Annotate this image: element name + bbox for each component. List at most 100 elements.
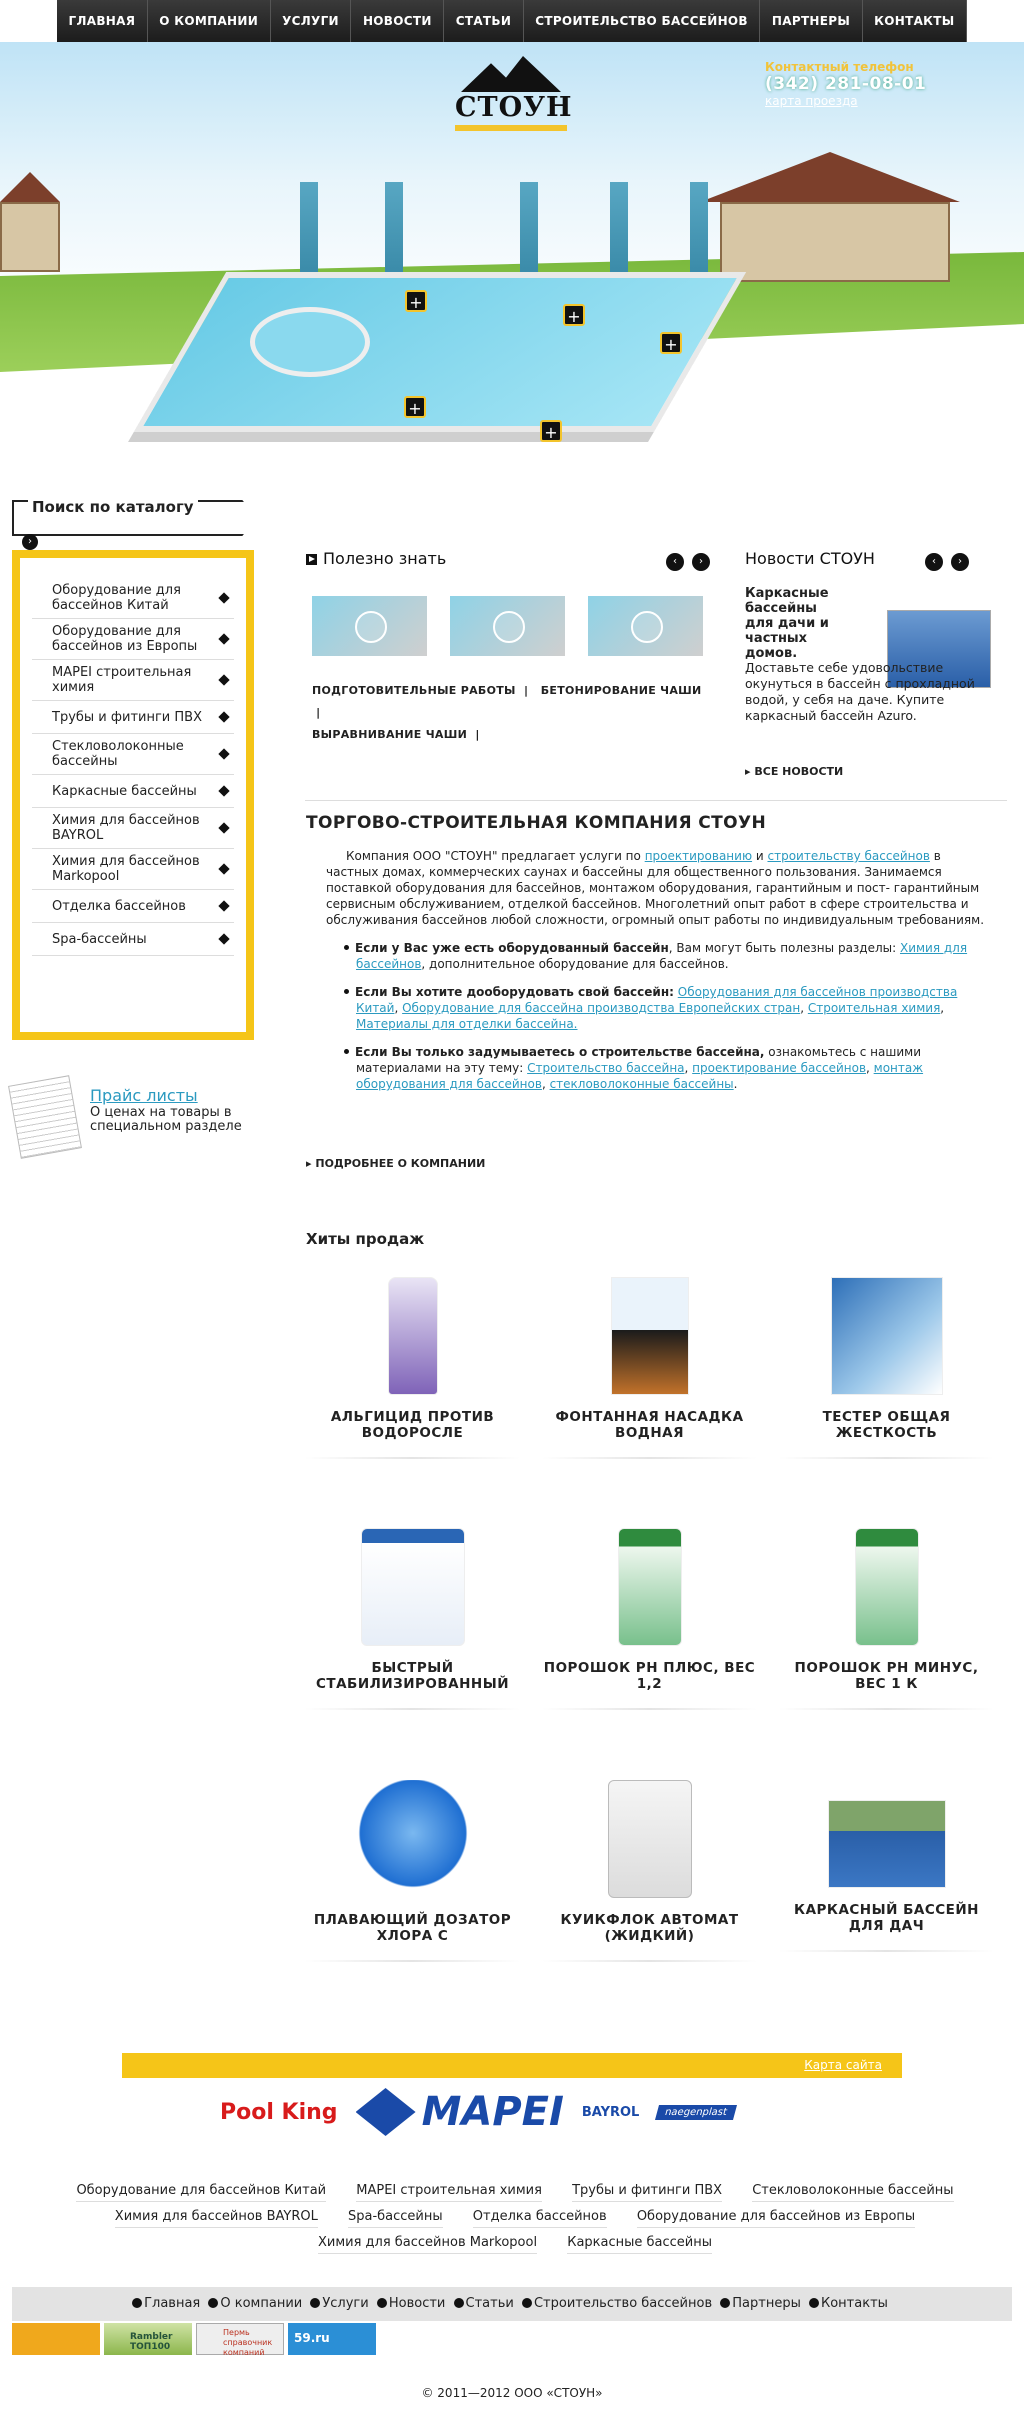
product-card[interactable]: КАРКАСНЫЙ БАССЕЙН ДЛЯ ДАЧ [779,1780,994,1952]
catalog-item[interactable]: Оборудование для бассейнов из Европы [32,619,234,660]
next-arrow-icon[interactable]: › [951,553,969,571]
footer-menu-item[interactable]: Строительство бассейнов [534,2296,712,2311]
prev-arrow-icon[interactable]: ‹ [666,553,684,571]
product-image[interactable] [827,1800,946,1888]
footer-catalog-link[interactable]: Отделка бассейнов [472,2207,607,2228]
product-card[interactable]: ПОРОШОК PH МИНУС, ВЕС 1 К [779,1528,994,1710]
product-name[interactable]: ПЛАВАЮЩИЙ ДОЗАТОР ХЛОРА С [305,1912,520,1944]
design-link[interactable]: проектированию [645,849,752,863]
useful-link[interactable]: БЕТОНИРОВАНИЕ ЧАШИ [541,684,702,697]
hotspot-plus-icon[interactable]: + [540,420,562,442]
footer-menu-item[interactable]: Статьи [466,2296,514,2311]
product-name[interactable]: АЛЬГИЦИД ПРОТИВ ВОДОРОСЛЕ [305,1409,520,1441]
site-logo[interactable]: СТОУН [455,56,572,131]
fiberglass-pools-link[interactable]: стекловолоконные бассейны [550,1077,734,1091]
counter-59ru[interactable]: 59.ru [288,2323,376,2355]
catalog-item[interactable]: Каркасные бассейны [32,775,234,808]
brand-naegenplast[interactable]: naegenplast [655,2104,738,2120]
product-name[interactable]: КАРКАСНЫЙ БАССЕЙН ДЛЯ ДАЧ [779,1902,994,1934]
construction-chemistry-link[interactable]: Строительная химия [808,1001,940,1015]
footer-catalog-link[interactable]: Химия для бассейнов BAYROL [114,2207,318,2228]
product-image[interactable] [854,1528,919,1646]
product-name[interactable]: КУИКФЛОК АВТОМАТ (ЖИДКИЙ) [542,1912,757,1944]
catalog-item[interactable]: MAPEI строительная химия [32,660,234,701]
product-image[interactable] [617,1528,682,1646]
product-card[interactable]: ТЕСТЕР ОБЩАЯ ЖЕСТКОСТЬ [779,1277,994,1459]
nav-home[interactable]: ГЛАВНАЯ [57,0,148,42]
counter-badge[interactable] [12,2323,100,2355]
footer-catalog-link[interactable]: Оборудование для бассейнов Китай [76,2181,327,2202]
video-thumbnail[interactable] [450,596,565,656]
counter-rambler[interactable]: Rambler ТОП100 [104,2323,192,2355]
nav-articles[interactable]: СТАТЬИ [444,0,524,42]
brand-bayrol[interactable]: BAYROL [582,2105,639,2120]
sitemap-link[interactable]: Карта сайта [804,2058,882,2072]
europe-equipment-link[interactable]: Оборудование для бассейна производства Е… [402,1001,800,1015]
nav-about[interactable]: О КОМПАНИИ [148,0,271,42]
product-card[interactable]: АЛЬГИЦИД ПРОТИВ ВОДОРОСЛЕ [305,1277,520,1459]
nav-pool-construction[interactable]: СТРОИТЕЛЬСТВО БАССЕЙНОВ [524,0,761,42]
map-link[interactable]: карта проезда [765,94,858,108]
footer-menu-item[interactable]: Партнеры [732,2296,801,2311]
product-name[interactable]: ТЕСТЕР ОБЩАЯ ЖЕСТКОСТЬ [779,1409,994,1441]
video-thumbnail[interactable] [312,596,427,656]
hotspot-plus-icon[interactable]: + [404,396,426,418]
footer-catalog-link[interactable]: MAPEI строительная химия [356,2181,542,2202]
prev-arrow-icon[interactable]: ‹ [925,553,943,571]
footer-catalog-link[interactable]: Стекловолоконные бассейны [752,2181,954,2202]
pool-construction-link[interactable]: Строительство бассейна [527,1061,684,1075]
footer-catalog-link[interactable]: Оборудование для бассейнов из Европы [636,2207,916,2228]
product-card[interactable]: ПЛАВАЮЩИЙ ДОЗАТОР ХЛОРА С [305,1780,520,1962]
footer-menu-item[interactable]: Контакты [821,2296,888,2311]
about-more-link[interactable]: ▸ ПОДРОБНЕЕ О КОМПАНИИ [306,1157,485,1170]
footer-catalog-link[interactable]: Химия для бассейнов Markopool [317,2233,538,2254]
catalog-item[interactable]: Отделка бассейнов [32,890,234,923]
useful-link[interactable]: ВЫРАВНИВАНИЕ ЧАШИ [312,728,467,741]
product-card[interactable]: ФОНТАННАЯ НАСАДКА ВОДНАЯ [542,1277,757,1459]
footer-catalog-link[interactable]: Spa-бассейны [347,2207,443,2228]
construction-link[interactable]: строительству бассейнов [767,849,929,863]
catalog-item[interactable]: Трубы и фитинги ПВХ [32,701,234,734]
hotspot-plus-icon[interactable]: + [660,332,682,354]
product-card[interactable]: БЫСТРЫЙ СТАБИЛИЗИРОВАННЫЙ [305,1528,520,1710]
product-card[interactable]: ПОРОШОК PH ПЛЮС, ВЕС 1,2 [542,1528,757,1710]
catalog-item[interactable]: Оборудование для бассейнов Китай [32,578,234,619]
footer-menu-item[interactable]: О компании [220,2296,302,2311]
nav-services[interactable]: УСЛУГИ [271,0,352,42]
product-image[interactable] [830,1277,943,1395]
product-name[interactable]: БЫСТРЫЙ СТАБИЛИЗИРОВАННЫЙ [305,1660,520,1692]
footer-menu-item[interactable]: Услуги [322,2296,368,2311]
next-arrow-icon[interactable]: › [692,553,710,571]
product-name[interactable]: ФОНТАННАЯ НАСАДКА ВОДНАЯ [542,1409,757,1441]
catalog-item[interactable]: Стекловолоконные бассейны [32,734,234,775]
product-name[interactable]: ПОРОШОК PH ПЛЮС, ВЕС 1,2 [542,1660,757,1692]
hotspot-plus-icon[interactable]: + [405,290,427,312]
video-thumbnail[interactable] [588,596,703,656]
counter-perm[interactable]: Пермь справочник компаний [196,2323,284,2357]
price-list-link[interactable]: Прайс листы [90,1086,198,1105]
footer-menu-item[interactable]: Главная [144,2296,200,2311]
pool-design-link[interactable]: проектирование бассейнов [692,1061,866,1075]
product-image[interactable] [353,1780,472,1898]
footer-catalog-link[interactable]: Трубы и фитинги ПВХ [572,2181,723,2202]
catalog-item[interactable]: Химия для бассейнов BAYROL [32,808,234,849]
product-image[interactable] [610,1277,689,1395]
nav-contacts[interactable]: КОНТАКТЫ [863,0,968,42]
brand-pool-king[interactable]: Pool King [220,2100,338,2125]
product-image[interactable] [607,1780,692,1898]
nav-partners[interactable]: ПАРТНЕРЫ [760,0,863,42]
news-item-title[interactable]: Каркасные бассейны для дачи и частных до… [745,586,845,661]
all-news-link[interactable]: ▸ ВСЕ НОВОСТИ [745,765,843,778]
footer-menu-item[interactable]: Новости [389,2296,446,2311]
product-card[interactable]: КУИКФЛОК АВТОМАТ (ЖИДКИЙ) [542,1780,757,1962]
brand-mapei[interactable]: MAPEI [355,2088,564,2136]
product-name[interactable]: ПОРОШОК PH МИНУС, ВЕС 1 К [779,1660,994,1692]
footer-catalog-link[interactable]: Каркасные бассейны [567,2233,713,2254]
hotspot-plus-icon[interactable]: + [563,304,585,326]
finishing-materials-link[interactable]: Материалы для отделки бассейна. [356,1017,578,1031]
nav-news[interactable]: НОВОСТИ [351,0,445,42]
product-image[interactable] [387,1277,438,1395]
catalog-item[interactable]: Химия для бассейнов Markopool [32,849,234,890]
useful-link[interactable]: ПОДГОТОВИТЕЛЬНЫЕ РАБОТЫ [312,684,516,697]
catalog-item[interactable]: Spa-бассейны [32,923,234,956]
